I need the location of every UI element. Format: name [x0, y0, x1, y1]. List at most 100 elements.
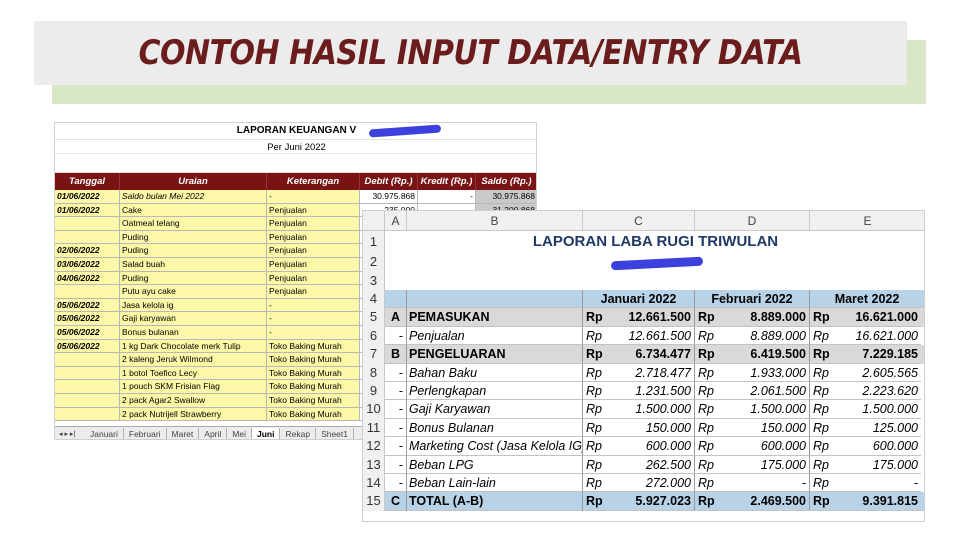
currency-cell[interactable]: Rp [695, 456, 721, 474]
sheet-tab-februari[interactable]: Februari [124, 427, 167, 439]
ledger-note-cell[interactable]: Penjualan [267, 271, 360, 286]
amount-cell[interactable]: 2.718.477 [609, 363, 695, 382]
row-number[interactable]: 10 [363, 400, 385, 419]
currency-cell[interactable]: Rp [583, 492, 609, 511]
ledger-desc-cell[interactable]: Saldo bulan Mei 2022 [120, 190, 267, 204]
ledger-desc-cell[interactable]: 2 kaleng Jeruk Wilmond [120, 353, 267, 367]
sheet-tab-april[interactable]: April [199, 427, 228, 439]
ledger-note-cell[interactable]: Toko Baking Murah [267, 380, 360, 394]
ledger-note-cell[interactable]: Toko Baking Murah [267, 339, 360, 354]
currency-cell[interactable]: Rp [695, 474, 721, 493]
row-label-cell[interactable]: Beban Lain-lain [407, 473, 583, 493]
currency-cell[interactable]: Rp [583, 308, 609, 327]
amount-cell[interactable]: 272.000 [609, 473, 695, 493]
row-label-cell[interactable]: Marketing Cost (Jasa Kelola IG) [407, 437, 583, 456]
column-letter[interactable]: A [385, 211, 407, 230]
column-letter[interactable]: E [810, 211, 924, 230]
ledger-desc-cell[interactable]: 1 botol Toefico Lecy [120, 366, 267, 381]
currency-cell[interactable]: Rp [695, 437, 721, 456]
currency-cell[interactable]: Rp [810, 400, 836, 419]
row-number[interactable]: 12 [363, 437, 385, 456]
row-label-cell[interactable]: PEMASUKAN [407, 308, 583, 327]
amount-cell[interactable]: 2.605.565 [836, 364, 921, 382]
ledger-date-cell[interactable] [55, 217, 120, 231]
ledger-desc-cell[interactable]: Puding [120, 271, 267, 286]
currency-cell[interactable]: Rp [583, 327, 609, 346]
row-marker-cell[interactable]: - [385, 363, 407, 382]
ledger-desc-cell[interactable]: Gaji karyawan [120, 312, 267, 326]
ledger-desc-cell[interactable]: 1 pouch SKM Frisian Flag [120, 380, 267, 394]
row-label-cell[interactable]: PENGELUARAN [407, 345, 583, 364]
row-label-cell[interactable]: Penjualan [407, 326, 583, 346]
row-marker-cell[interactable]: - [385, 326, 407, 346]
ledger-desc-cell[interactable]: 2 pack Agar2 Swallow [120, 393, 267, 408]
ledger-desc-cell[interactable]: Cake [120, 203, 267, 218]
ledger-date-cell[interactable] [55, 380, 120, 394]
ledger-date-cell[interactable]: 05/06/2022 [55, 325, 120, 340]
amount-cell[interactable]: 1.500.000 [836, 400, 921, 419]
ledger-date-cell[interactable]: 01/06/2022 [55, 203, 120, 218]
amount-cell[interactable]: 5.927.023 [609, 492, 695, 511]
amount-cell[interactable]: 8.889.000 [721, 308, 810, 327]
sheet-tab-januari[interactable]: Januari [85, 427, 124, 439]
ledger-desc-cell[interactable]: Bonus bulanan [120, 325, 267, 340]
amount-cell[interactable]: 1.500.000 [609, 400, 695, 419]
ledger-date-cell[interactable]: 04/06/2022 [55, 271, 120, 286]
ledger-desc-cell[interactable]: Puding [120, 244, 267, 258]
currency-cell[interactable]: Rp [583, 382, 609, 401]
currency-cell[interactable]: Rp [583, 456, 609, 474]
ledger-note-cell[interactable]: - [267, 298, 360, 313]
ledger-note-cell[interactable]: Toko Baking Murah [267, 366, 360, 381]
currency-cell[interactable]: Rp [695, 492, 721, 511]
row-number[interactable]: 11 [363, 418, 385, 438]
row-marker-cell[interactable]: B [385, 345, 407, 364]
row-label-cell[interactable]: Bahan Baku [407, 363, 583, 382]
currency-cell[interactable]: Rp [810, 345, 836, 364]
currency-cell[interactable]: Rp [810, 437, 836, 456]
currency-cell[interactable]: Rp [583, 419, 609, 438]
amount-cell[interactable]: 600.000 [609, 437, 695, 456]
row-number[interactable]: 13 [363, 455, 385, 474]
row-marker-cell[interactable]: C [385, 492, 407, 511]
ledger-date-cell[interactable] [55, 393, 120, 408]
currency-cell[interactable]: Rp [810, 382, 836, 401]
amount-cell[interactable]: 1.933.000 [721, 363, 810, 382]
ledger-desc-cell[interactable]: 2 pack Nutrijell Strawberry [120, 407, 267, 422]
amount-cell[interactable]: 600.000 [836, 437, 921, 456]
ledger-note-cell[interactable]: Penjualan [267, 257, 360, 272]
column-letter[interactable]: D [695, 211, 810, 230]
currency-cell[interactable]: Rp [583, 437, 609, 456]
row-number[interactable]: 14 [363, 474, 385, 493]
ledger-date-cell[interactable] [55, 366, 120, 381]
ledger-date-cell[interactable]: 01/06/2022 [55, 190, 120, 204]
currency-cell[interactable]: Rp [695, 345, 721, 364]
currency-cell[interactable]: Rp [583, 345, 609, 364]
row-label-cell[interactable]: Bonus Bulanan [407, 418, 583, 438]
currency-cell[interactable]: Rp [695, 327, 721, 346]
currency-cell[interactable]: Rp [810, 327, 836, 346]
sheet-nav-arrows-icon[interactable]: ◂ ▸ ▸| [55, 430, 85, 438]
sheet-tab-mei[interactable]: Mei [227, 427, 252, 439]
row-marker-cell[interactable]: - [385, 437, 407, 456]
row-marker-cell[interactable]: - [385, 418, 407, 438]
row-number[interactable]: 5 [363, 308, 385, 327]
amount-cell[interactable]: 262.500 [609, 455, 695, 474]
ledger-note-cell[interactable]: Toko Baking Murah [267, 407, 360, 422]
amount-cell[interactable]: 2.223.620 [836, 382, 921, 401]
row-number[interactable]: 4 [363, 290, 385, 309]
sheet-tab-maret[interactable]: Maret [167, 427, 200, 439]
ledger-note-cell[interactable]: Penjualan [267, 230, 360, 245]
ledger-debit-cell[interactable]: 30.975.868 [360, 190, 418, 204]
ledger-date-cell[interactable] [55, 230, 120, 245]
ledger-note-cell[interactable]: Toko Baking Murah [267, 353, 360, 367]
currency-cell[interactable]: Rp [695, 382, 721, 401]
sheet-tab-rekap[interactable]: Rekap [280, 427, 317, 439]
row-marker-cell[interactable]: - [385, 455, 407, 474]
column-letter[interactable]: C [583, 211, 695, 230]
amount-cell[interactable]: 16.621.000 [836, 308, 921, 327]
ledger-note-cell[interactable]: - [267, 325, 360, 340]
currency-cell[interactable]: Rp [583, 364, 609, 382]
ledger-note-cell[interactable]: Toko Baking Murah [267, 393, 360, 408]
ledger-desc-cell[interactable]: Jasa kelola ig [120, 298, 267, 313]
ledger-note-cell[interactable]: Penjualan [267, 244, 360, 258]
